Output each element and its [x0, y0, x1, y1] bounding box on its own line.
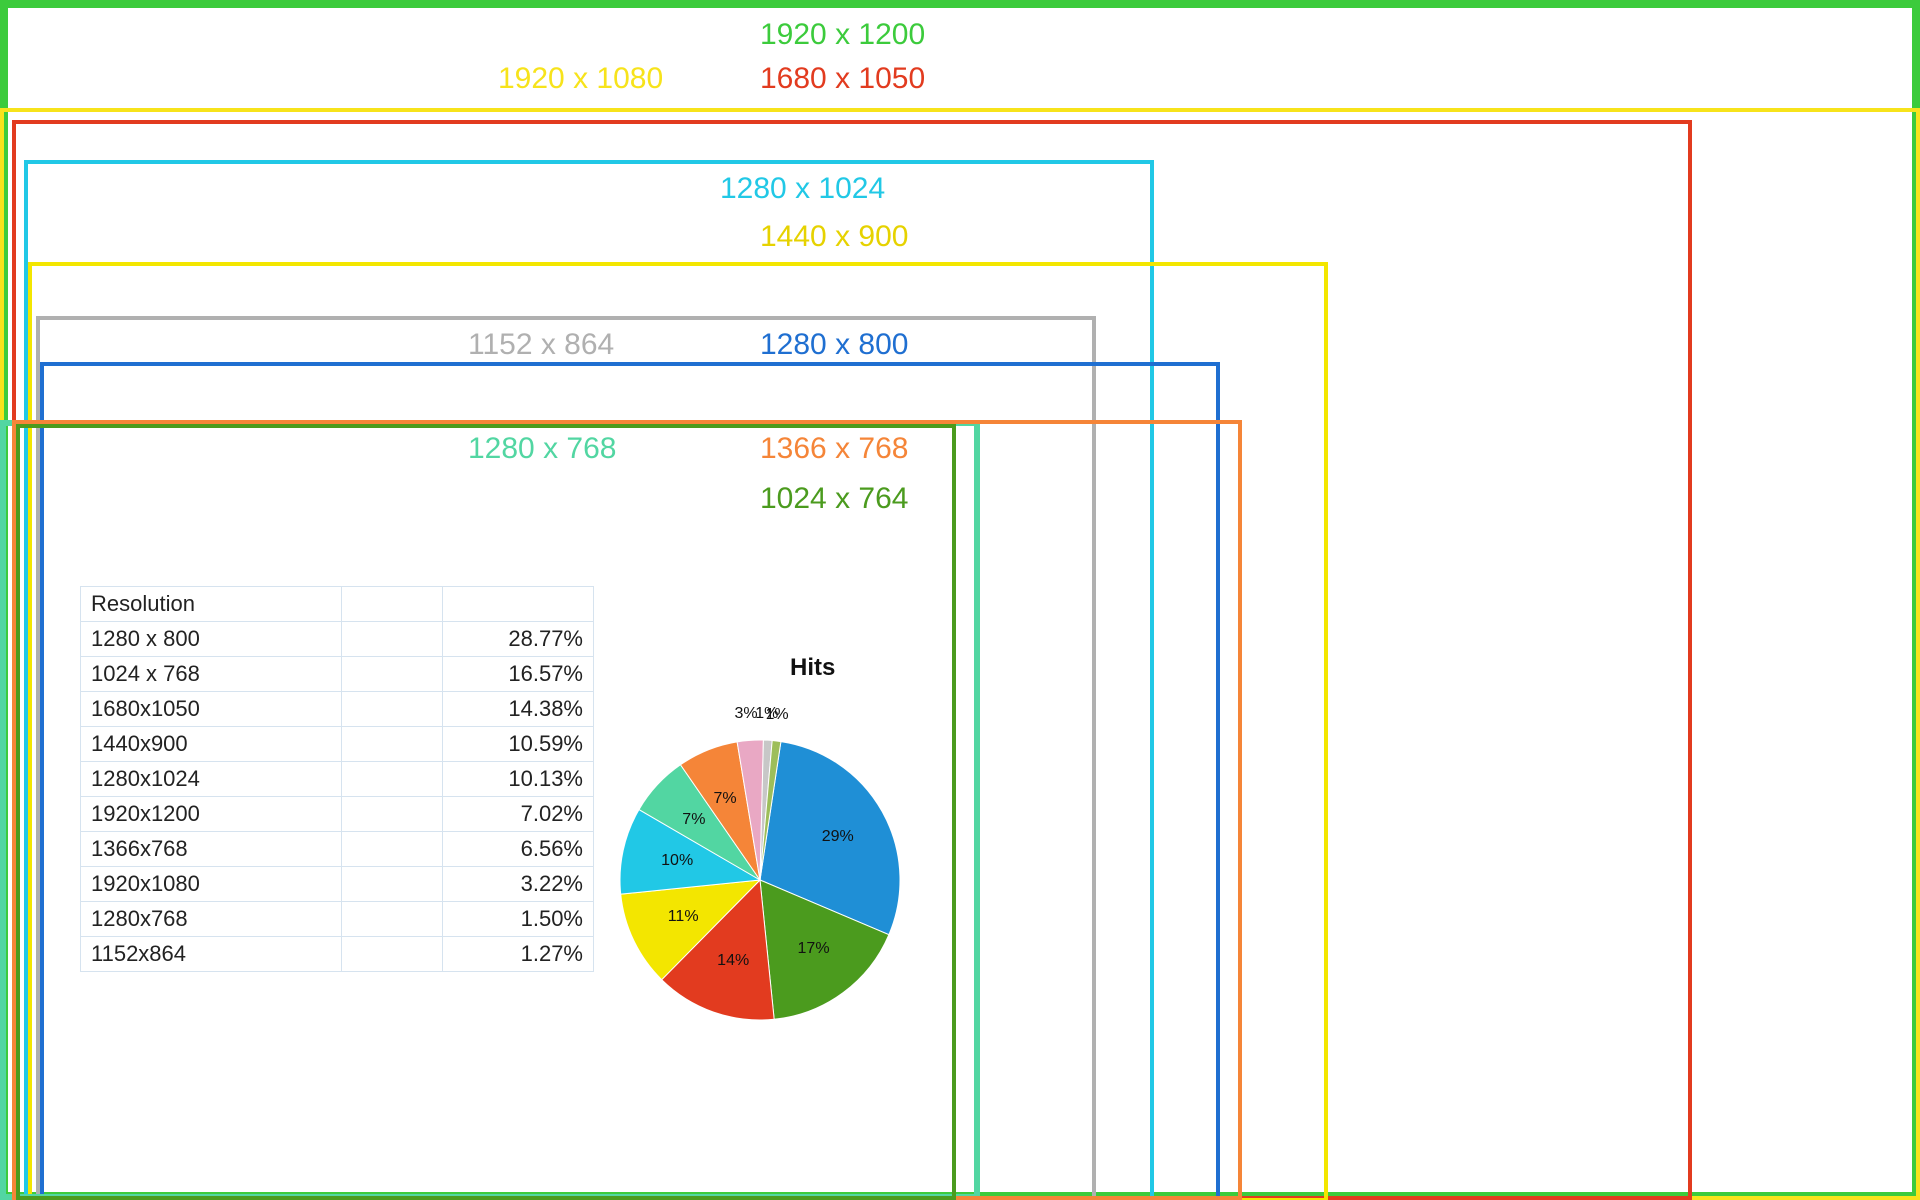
resolution-label: 1920 x 1200 — [760, 18, 925, 52]
pie-slice-label: 11% — [668, 908, 699, 926]
table-row: 1920x1200 7.02% — [81, 797, 594, 832]
table-cell-pct: 14.38% — [443, 692, 594, 727]
resolution-table: Resolution1280 x 800 28.77% 1024 x 768 16.5… — [80, 586, 594, 972]
resolution-label: 1152 x 864 — [468, 328, 614, 362]
resolution-label: 1920 x 1080 — [498, 62, 663, 96]
table-cell-pct: 10.13% — [443, 762, 594, 797]
table-cell-spacer — [342, 727, 443, 762]
table-cell-pct: 10.59% — [443, 727, 594, 762]
table-cell-resolution: 1680x1050 — [81, 692, 342, 727]
pie-slice-label: 14% — [717, 952, 749, 970]
table-row: 1024 x 768 16.57% — [81, 657, 594, 692]
table-row: 1280 x 800 28.77% — [81, 622, 594, 657]
table-cell-resolution: 1440x900 — [81, 727, 342, 762]
table-cell-pct: 7.02% — [443, 797, 594, 832]
table-cell-resolution: 1280 x 800 — [81, 622, 342, 657]
table-cell-spacer — [342, 622, 443, 657]
resolution-label: 1680 x 1050 — [760, 62, 925, 96]
table-cell-resolution: 1024 x 768 — [81, 657, 342, 692]
resolution-label: 1280 x 768 — [468, 432, 616, 466]
resolution-label: 1440 x 900 — [760, 220, 908, 254]
table-cell-pct: 1.27% — [443, 937, 594, 972]
pie-slice-label: 1% — [766, 706, 789, 724]
pie-slice-label: 7% — [682, 811, 705, 829]
table-header-pct — [443, 587, 594, 622]
pie-chart — [618, 738, 902, 1022]
resolution-label: 1366 x 768 — [760, 432, 908, 466]
table-cell-pct: 3.22% — [443, 867, 594, 902]
pie-slice-label: 7% — [713, 790, 736, 808]
resolution-label: 1280 x 800 — [760, 328, 908, 362]
pie-slice-label: 17% — [798, 940, 830, 958]
table-header-spacer — [342, 587, 443, 622]
table-row: 1366x768 6.56% — [81, 832, 594, 867]
pie-slice-label: 29% — [822, 828, 854, 846]
table-cell-spacer — [342, 762, 443, 797]
table-cell-pct: 16.57% — [443, 657, 594, 692]
table-cell-pct: 1.50% — [443, 902, 594, 937]
table-cell-resolution: 1920x1200 — [81, 797, 342, 832]
resolution-label: 1280 x 1024 — [720, 172, 885, 206]
table-row: 1280x1024 10.13% — [81, 762, 594, 797]
table-cell-resolution: 1280x768 — [81, 902, 342, 937]
diagram-stage: 1920 x 1200 1920 x 1080 1680 x 1050 1280 x … — [0, 0, 1920, 1200]
table-cell-resolution: 1152x864 — [81, 937, 342, 972]
table-cell-spacer — [342, 937, 443, 972]
table-cell-spacer — [342, 832, 443, 867]
table-cell-resolution: 1366x768 — [81, 832, 342, 867]
table-row: 1680x1050 14.38% — [81, 692, 594, 727]
table-row: 1440x900 10.59% — [81, 727, 594, 762]
pie-slice-label: 10% — [661, 852, 693, 870]
table-cell-spacer — [342, 797, 443, 832]
resolution-label: 1024 x 764 — [760, 482, 908, 516]
table-cell-pct: 6.56% — [443, 832, 594, 867]
table-row: 1280x768 1.50% — [81, 902, 594, 937]
table-cell-spacer — [342, 657, 443, 692]
table-header-resolution: Resolution — [81, 587, 342, 622]
table-row: 1920x1080 3.22% — [81, 867, 594, 902]
table-cell-resolution: 1920x1080 — [81, 867, 342, 902]
table-cell-spacer — [342, 867, 443, 902]
table-cell-spacer — [342, 902, 443, 937]
pie-title: Hits — [790, 654, 835, 682]
table-cell-resolution: 1280x1024 — [81, 762, 342, 797]
pie-slice-label: 3% — [734, 705, 757, 723]
table-row: 1152x864 1.27% — [81, 937, 594, 972]
table-cell-spacer — [342, 692, 443, 727]
table-cell-pct: 28.77% — [443, 622, 594, 657]
